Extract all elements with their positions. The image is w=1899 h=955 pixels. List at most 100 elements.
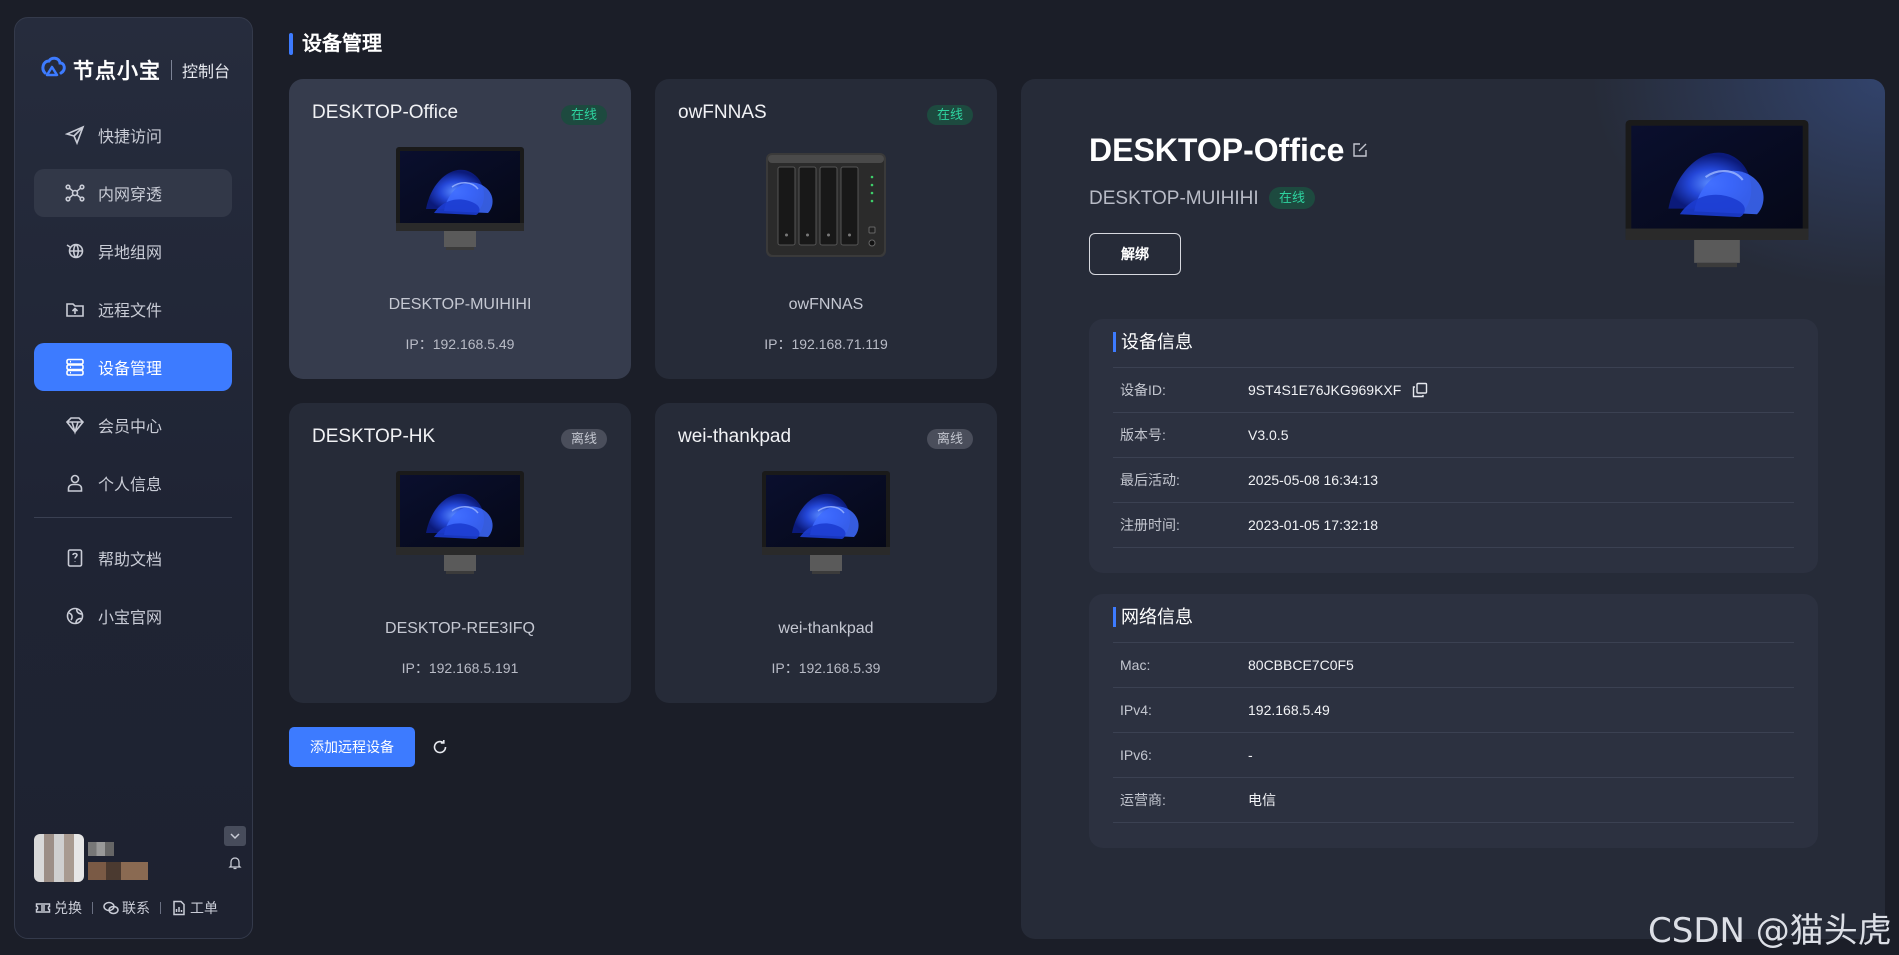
nav-item-help-docs[interactable]: 帮助文档 <box>34 534 232 582</box>
info-key: 设备ID: <box>1120 382 1166 398</box>
info-key: 版本号: <box>1120 427 1166 443</box>
info-value: 80CBBCE7C0F5 <box>1248 657 1354 673</box>
refresh-button[interactable] <box>429 736 451 758</box>
globe-icon <box>64 605 86 627</box>
nav-item-device-management[interactable]: 设备管理 <box>34 343 232 391</box>
info-row: IPv4: 192.168.5.49 <box>1113 688 1794 733</box>
device-info-list: 设备ID: 9ST4S1E76JKG969KXF 版本号: V3.0.5 最后活… <box>1113 367 1794 548</box>
monitor-device-image <box>396 471 524 575</box>
user-panel <box>34 826 246 886</box>
device-card[interactable]: DESKTOP-Office 在线 DESKTOP-MUIHIHI IP：192… <box>289 79 631 379</box>
monitor-device-image <box>396 147 524 251</box>
unbind-button[interactable]: 解绑 <box>1089 233 1181 275</box>
contact-label: 联系 <box>122 900 150 916</box>
redeem-label: 兑换 <box>54 900 82 916</box>
sidebar-footer: 兑换 联系 工单 <box>35 898 218 918</box>
network-info-card: 网络信息 Mac: 80CBBCE7C0F5 IPv4: 192.168.5.4… <box>1089 594 1818 848</box>
device-ip: IP：192.168.5.49 <box>405 336 515 352</box>
info-value: V3.0.5 <box>1248 427 1289 443</box>
device-card[interactable]: wei-thankpad 离线 wei-thankpad IP：192.168.… <box>655 403 997 703</box>
nav-item-label: 快捷访问 <box>98 129 163 146</box>
person-icon <box>64 472 86 494</box>
main-nav: 快捷访问 内网穿透 异地组网 远程文件 设备管理 会员中心 个人信息 帮助文档 … <box>34 111 232 650</box>
contact-link[interactable]: 联系 <box>103 898 150 918</box>
info-key: 运营商: <box>1120 792 1166 808</box>
avatar[interactable] <box>34 834 84 882</box>
brand-logo-icon <box>37 53 73 88</box>
ticket-icon <box>35 903 51 913</box>
device-ip: IP：192.168.5.191 <box>401 660 519 676</box>
nav-item-member-center[interactable]: 会员中心 <box>34 401 232 449</box>
status-badge: 离线 <box>926 429 973 449</box>
brand-separator <box>171 60 172 80</box>
brand[interactable]: 节点小宝 控制台 <box>37 42 230 98</box>
work-order-icon <box>173 900 185 916</box>
add-remote-device-button[interactable]: 添加远程设备 <box>289 727 415 767</box>
device-card[interactable]: owFNNAS 在线 owFNNAS IP：192.168.71.119 <box>655 79 997 379</box>
device-list-icon <box>64 356 86 378</box>
nav-item-personal-info[interactable]: 个人信息 <box>34 459 232 507</box>
user-info-redacted <box>88 862 148 880</box>
nav-item-label: 远程文件 <box>98 303 163 320</box>
nav-item-quick-access[interactable]: 快捷访问 <box>34 111 232 159</box>
info-key: 最后活动: <box>1120 472 1180 488</box>
info-value: 2025-05-08 16:34:13 <box>1248 472 1378 488</box>
nav-item-label: 帮助文档 <box>98 552 163 569</box>
wechat-icon <box>103 901 119 915</box>
device-info-card: 设备信息 设备ID: 9ST4S1E76JKG969KXF 版本号: V3.0.… <box>1089 319 1818 573</box>
info-row: Mac: 80CBBCE7C0F5 <box>1113 643 1794 688</box>
nav-item-label: 异地组网 <box>98 245 163 262</box>
device-name: owFNNAS <box>678 102 767 123</box>
brand-name: 节点小宝 <box>73 60 161 83</box>
section-title: 网络信息 <box>1113 606 1193 628</box>
device-ip: IP：192.168.5.39 <box>771 660 881 676</box>
sidebar: 节点小宝 控制台 快捷访问 内网穿透 异地组网 远程文件 设备管理 会员中心 个… <box>14 17 253 939</box>
username-redacted <box>88 842 114 856</box>
device-card[interactable]: DESKTOP-HK 离线 DESKTOP-REE3IFQ IP：192.168… <box>289 403 631 703</box>
device-name: DESKTOP-HK <box>312 426 436 447</box>
status-badge: 离线 <box>560 429 607 449</box>
detail-hostname: DESKTOP-MUIHIHI <box>1089 188 1259 209</box>
notification-button[interactable] <box>226 854 244 872</box>
brand-subtitle: 控制台 <box>182 64 231 81</box>
edit-icon[interactable] <box>1351 141 1369 159</box>
redeem-link[interactable]: 兑换 <box>35 898 82 918</box>
nav-item-remote-files[interactable]: 远程文件 <box>34 285 232 333</box>
info-row: 注册时间: 2023-01-05 17:32:18 <box>1113 503 1794 548</box>
status-badge: 在线 <box>1269 187 1316 209</box>
device-hostname: DESKTOP-MUIHIHI <box>388 296 532 313</box>
device-ip: IP：192.168.71.119 <box>764 336 888 352</box>
monitor-device-image <box>762 471 890 575</box>
device-detail-panel: DESKTOP-Office DESKTOP-MUIHIHI 在线 解绑 设备信… <box>1021 79 1885 939</box>
nav-item-remote-networking[interactable]: 异地组网 <box>34 227 232 275</box>
section-title: 设备信息 <box>1113 331 1193 353</box>
info-key: IPv4: <box>1120 702 1152 718</box>
info-value: 9ST4S1E76JKG969KXF <box>1248 381 1429 399</box>
network-nodes-icon <box>64 182 86 204</box>
watermark: CSDN @猫头虎 <box>1648 911 1892 951</box>
help-doc-icon <box>64 547 86 569</box>
info-value: 192.168.5.49 <box>1248 702 1330 718</box>
info-row: IPv6: - <box>1113 733 1794 778</box>
user-menu-button[interactable] <box>224 826 246 846</box>
device-name: wei-thankpad <box>678 426 792 447</box>
device-hostname: owFNNAS <box>788 296 864 313</box>
nav-item-official-site[interactable]: 小宝官网 <box>34 592 232 640</box>
status-badge: 在线 <box>926 105 973 125</box>
device-id-value: 9ST4S1E76JKG969KXF <box>1248 382 1402 398</box>
device-name: DESKTOP-Office <box>312 102 459 123</box>
info-row: 版本号: V3.0.5 <box>1113 413 1794 458</box>
nav-divider <box>34 517 232 518</box>
info-row: 最后活动: 2025-05-08 16:34:13 <box>1113 458 1794 503</box>
status-badge: 在线 <box>560 105 607 125</box>
info-value: - <box>1248 747 1253 763</box>
copy-icon[interactable] <box>1411 381 1429 399</box>
diamond-icon <box>64 414 86 436</box>
info-value: 电信 <box>1248 792 1276 808</box>
send-icon <box>64 124 86 146</box>
nas-device-image <box>766 153 886 257</box>
ticket-link[interactable]: 工单 <box>171 898 218 918</box>
device-hostname: DESKTOP-REE3IFQ <box>385 620 535 637</box>
folder-upload-icon <box>64 298 86 320</box>
nav-item-intranet-penetration[interactable]: 内网穿透 <box>34 169 232 217</box>
